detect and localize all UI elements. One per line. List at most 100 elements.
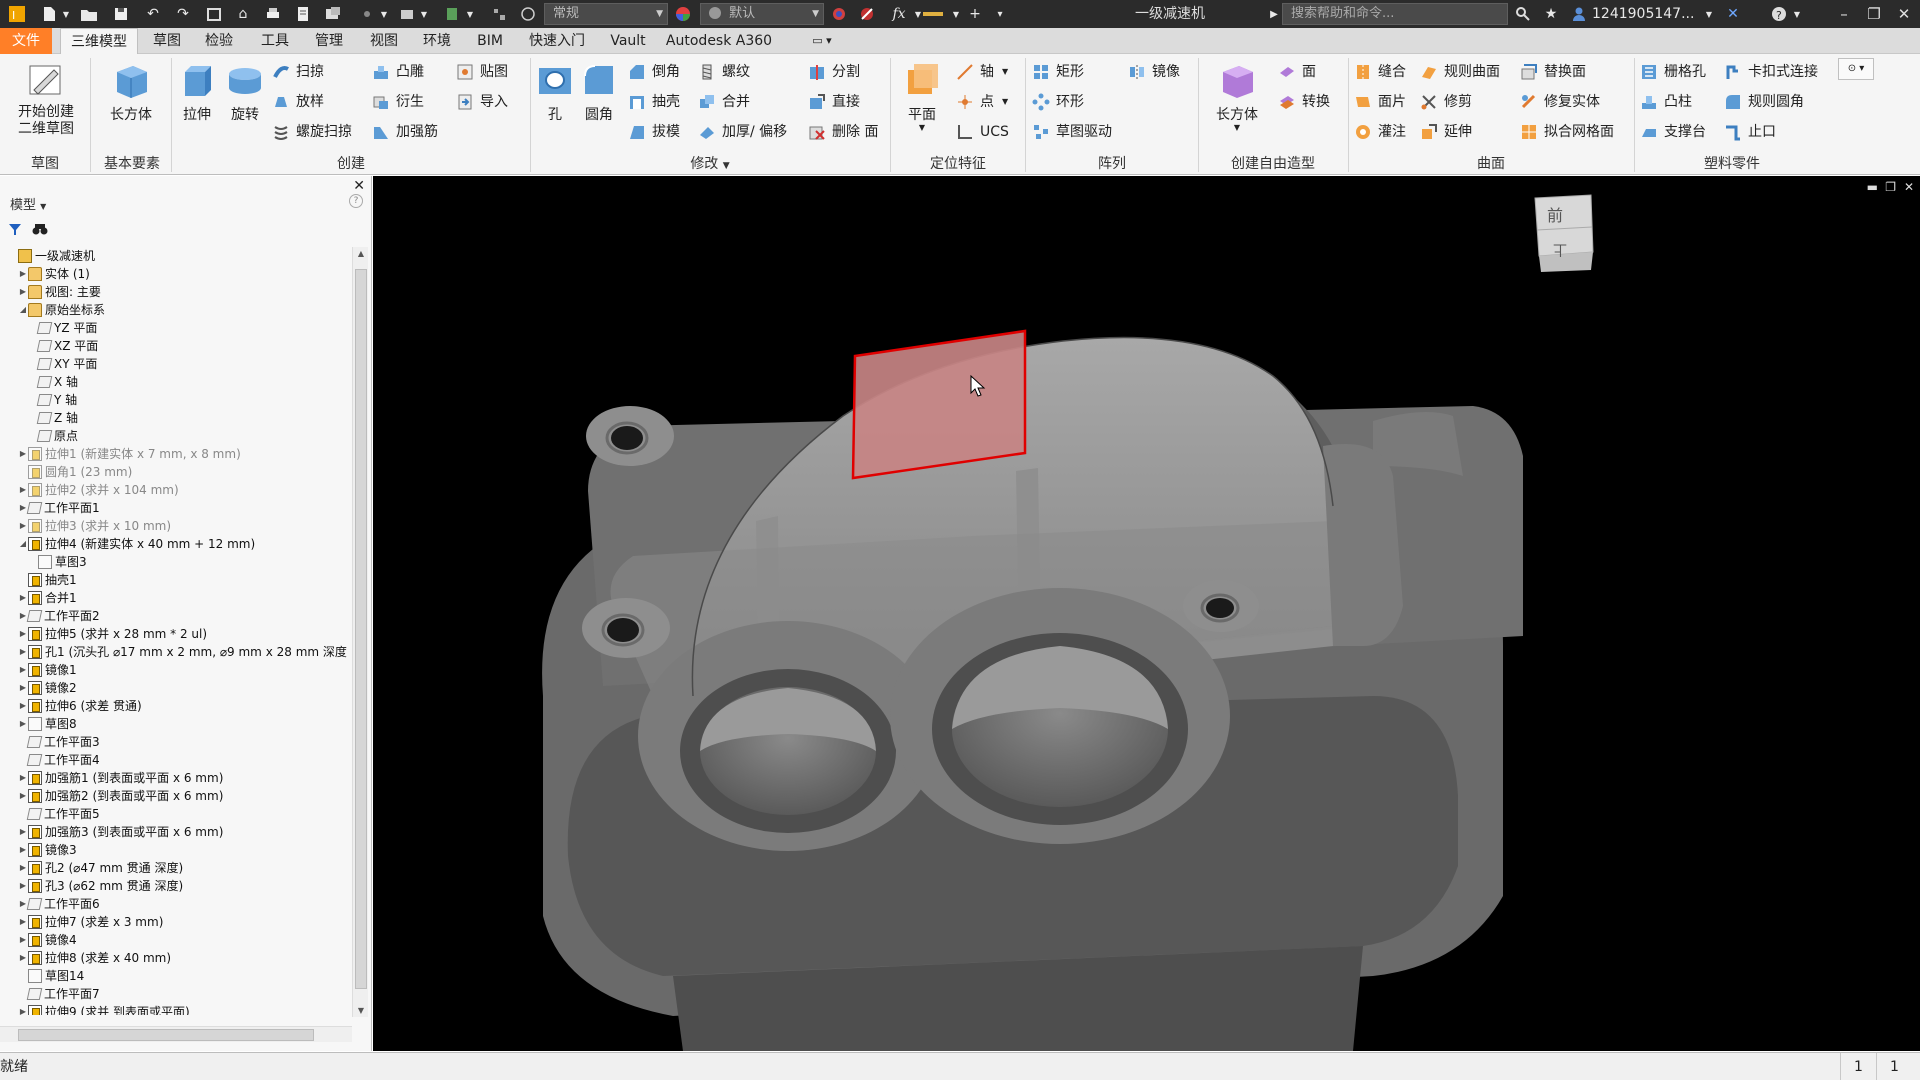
gearbox-housing-model[interactable] bbox=[373, 176, 1920, 1051]
tree-node[interactable]: ▶ 工作平面2 bbox=[18, 607, 100, 625]
tools-icon[interactable] bbox=[488, 4, 510, 24]
find-icon[interactable] bbox=[32, 222, 48, 240]
tab-manage[interactable]: 管理 bbox=[308, 28, 350, 54]
expand-toggle-icon[interactable]: ▶ bbox=[18, 823, 28, 841]
scroll-up-icon[interactable]: ▲ bbox=[353, 249, 369, 258]
browser-horizontal-scrollbar[interactable] bbox=[0, 1026, 352, 1042]
repair-bodies-button[interactable]: 修复实体 bbox=[1520, 90, 1600, 114]
view-cube[interactable]: 前 上 bbox=[1533, 194, 1597, 274]
tree-node[interactable]: 草图14 bbox=[18, 967, 84, 985]
expand-toggle-icon[interactable]: ▶ bbox=[18, 931, 28, 949]
hole-button[interactable]: 孔 bbox=[534, 60, 576, 124]
stitch-button[interactable]: 缝合 bbox=[1354, 60, 1406, 84]
rest-button[interactable]: 支撑台 bbox=[1640, 120, 1706, 144]
trim-button[interactable]: 修剪 bbox=[1420, 90, 1472, 114]
user-name[interactable]: 1241905147... bbox=[1592, 4, 1704, 24]
draft-button[interactable]: 拔模 bbox=[628, 120, 680, 144]
expand-toggle-icon[interactable]: ▶ bbox=[18, 283, 28, 301]
tree-node[interactable]: ▶ 拉伸6 (求差 贯通) bbox=[18, 697, 142, 715]
group-label-modify[interactable]: 修改 ▼ bbox=[530, 154, 890, 174]
appearance-combo[interactable]: 默认 ▼ bbox=[700, 3, 824, 25]
tab-bim[interactable]: BIM bbox=[470, 28, 510, 54]
workpoint-icon[interactable]: + bbox=[964, 4, 986, 24]
tree-node[interactable]: ▶ 拉伸9 (求并 到表面或平面) bbox=[18, 1003, 190, 1015]
print-icon[interactable] bbox=[262, 4, 284, 24]
help-icon[interactable]: ? bbox=[1768, 4, 1790, 24]
select-dropdown-icon[interactable]: ▼ bbox=[378, 4, 390, 24]
import-button[interactable]: 导入 bbox=[456, 90, 508, 114]
exchange-icon[interactable]: ✕ bbox=[1722, 4, 1744, 24]
tree-node[interactable]: 一级减速机 bbox=[8, 247, 95, 265]
tree-node[interactable]: X 轴 bbox=[28, 373, 78, 391]
tree-node[interactable]: ▶ 加强筋1 (到表面或平面 x 6 mm) bbox=[18, 769, 223, 787]
update-dropdown-icon[interactable]: ▼ bbox=[464, 4, 476, 24]
open-file-icon[interactable] bbox=[78, 4, 100, 24]
tab-3d-model[interactable]: 三维模型 bbox=[60, 28, 138, 55]
viewport-restore-icon[interactable]: ❐ bbox=[1885, 180, 1896, 194]
star-icon[interactable]: ★ bbox=[1540, 4, 1562, 24]
measure-icon[interactable] bbox=[322, 4, 344, 24]
expand-toggle-icon[interactable]: ▶ bbox=[18, 499, 28, 517]
chevron-right-icon[interactable]: ▶ bbox=[1268, 4, 1280, 24]
tree-node[interactable]: ▶ 合并1 bbox=[18, 589, 77, 607]
expand-toggle-icon[interactable]: ▶ bbox=[18, 697, 28, 715]
tree-node[interactable]: 圆角1 (23 mm) bbox=[18, 463, 132, 481]
expand-toggle-icon[interactable]: ◢ bbox=[18, 535, 28, 553]
minimize-icon[interactable]: – bbox=[1828, 0, 1860, 28]
home-icon[interactable]: ⌂ bbox=[232, 4, 254, 24]
split-button[interactable]: 分割 bbox=[808, 60, 860, 84]
freeform-box-button[interactable]: 长方体 ▼ bbox=[1204, 60, 1270, 132]
close-icon[interactable]: ✕ bbox=[353, 178, 365, 194]
tree-node[interactable]: 抽壳1 bbox=[18, 571, 77, 589]
tab-tools[interactable]: 工具 bbox=[254, 28, 296, 54]
expand-toggle-icon[interactable]: ▶ bbox=[18, 643, 28, 661]
work-plane-button[interactable]: 平面 ▼ bbox=[896, 60, 948, 132]
freeform-face-button[interactable]: 面 bbox=[1278, 60, 1316, 84]
tree-node[interactable]: ▶ 拉伸7 (求差 x 3 mm) bbox=[18, 913, 163, 931]
derive-button[interactable]: 衍生 bbox=[372, 90, 424, 114]
close-icon[interactable]: ✕ bbox=[1888, 0, 1920, 28]
expand-toggle-icon[interactable]: ▶ bbox=[18, 679, 28, 697]
tree-node[interactable]: ▶ 视图: 主要 bbox=[18, 283, 101, 301]
expand-toggle-icon[interactable]: ▶ bbox=[18, 625, 28, 643]
tree-node[interactable]: ▶ 镜像1 bbox=[18, 661, 77, 679]
expand-toggle-icon[interactable]: ▶ bbox=[18, 661, 28, 679]
tree-node[interactable]: ▶ 孔1 (沉头孔 ⌀17 mm x 2 mm, ⌀9 mm x 28 mm 深度 bbox=[18, 643, 347, 661]
work-axis-button[interactable]: 轴 ▼ bbox=[956, 60, 1008, 84]
tree-node[interactable]: ▶ 孔2 (⌀47 mm 贯通 深度) bbox=[18, 859, 183, 877]
measure-tool-icon[interactable] bbox=[918, 4, 948, 24]
thicken-offset-button[interactable]: 加厚/ 偏移 bbox=[698, 120, 787, 144]
tree-node[interactable]: Y 轴 bbox=[28, 391, 77, 409]
tree-node[interactable]: ◢ 拉伸4 (新建实体 x 40 mm + 12 mm) bbox=[18, 535, 255, 553]
tab-get-started[interactable]: 快速入门 bbox=[522, 28, 592, 54]
select-filter-icon[interactable] bbox=[356, 4, 378, 24]
freeform-convert-button[interactable]: 转换 bbox=[1278, 90, 1330, 114]
tree-node[interactable]: 工作平面3 bbox=[18, 733, 100, 751]
expand-toggle-icon[interactable]: ▶ bbox=[18, 787, 28, 805]
expand-toggle-icon[interactable]: ▶ bbox=[18, 265, 28, 283]
replace-face-button[interactable]: 替换面 bbox=[1520, 60, 1586, 84]
return-icon[interactable] bbox=[203, 4, 225, 24]
style-combo[interactable]: 常规 ▼ bbox=[544, 3, 668, 25]
ruled-surface-button[interactable]: 规则曲面 bbox=[1420, 60, 1500, 84]
browser-vertical-scrollbar[interactable]: ▲ ▼ bbox=[352, 247, 368, 1017]
tab-view[interactable]: 视图 bbox=[363, 28, 405, 54]
tree-node[interactable]: ▶ 加强筋2 (到表面或平面 x 6 mm) bbox=[18, 787, 223, 805]
boss-button[interactable]: 凸柱 bbox=[1640, 90, 1692, 114]
expand-toggle-icon[interactable]: ▶ bbox=[18, 949, 28, 967]
scrollbar-thumb[interactable] bbox=[18, 1029, 314, 1041]
tree-node[interactable]: ▶ 拉伸3 (求并 x 10 mm) bbox=[18, 517, 171, 535]
tree-node[interactable]: ▶ 工作平面6 bbox=[18, 895, 100, 913]
tree-node[interactable]: ▶ 拉伸2 (求并 x 104 mm) bbox=[18, 481, 179, 499]
snap-fit-button[interactable]: 卡扣式连接 bbox=[1724, 60, 1818, 84]
expand-toggle-icon[interactable]: ▶ bbox=[18, 841, 28, 859]
properties-icon[interactable] bbox=[292, 4, 314, 24]
web-icon[interactable] bbox=[517, 4, 539, 24]
chamfer-button[interactable]: 倒角 bbox=[628, 60, 680, 84]
start-2d-sketch-button[interactable]: 开始创建 二维草图 bbox=[8, 60, 84, 138]
undo-icon[interactable]: ↶ bbox=[142, 4, 164, 24]
viewport-minimize-icon[interactable]: ▬ bbox=[1867, 180, 1878, 194]
expand-toggle-icon[interactable]: ▶ bbox=[18, 1003, 28, 1015]
grill-button[interactable]: 栅格孔 bbox=[1640, 60, 1706, 84]
expand-toggle-icon[interactable]: ▶ bbox=[18, 445, 28, 463]
